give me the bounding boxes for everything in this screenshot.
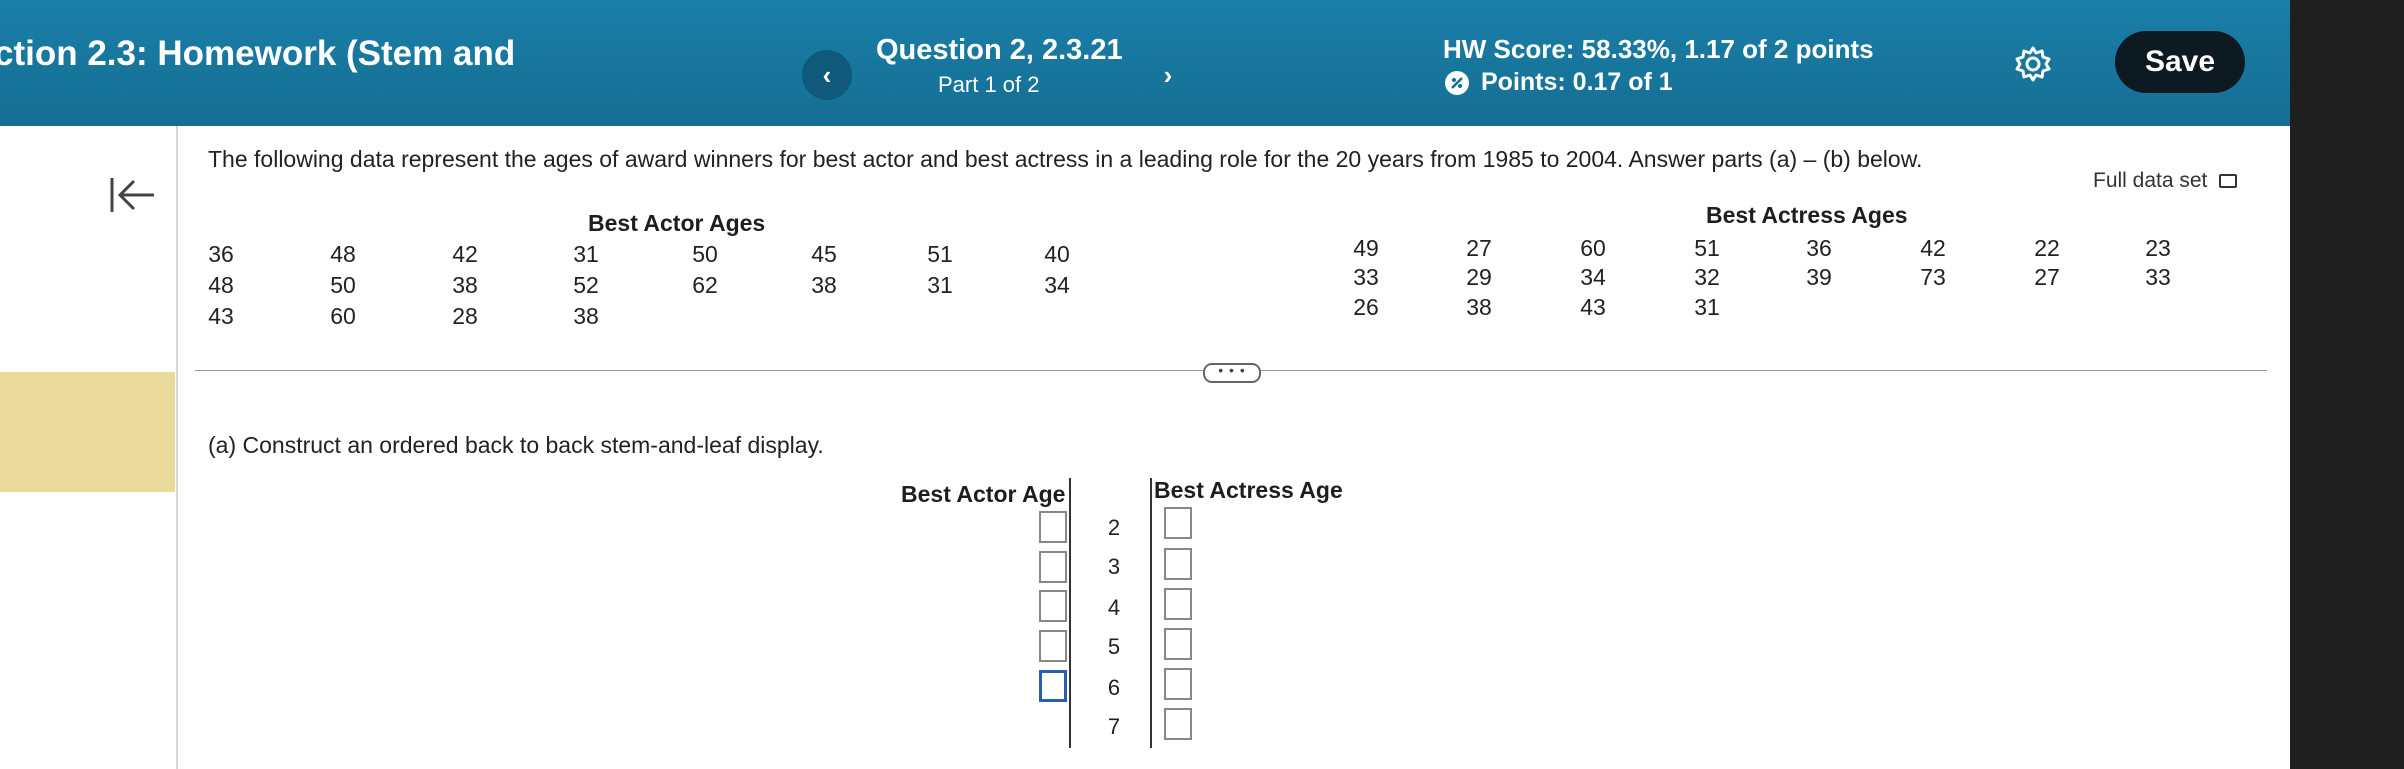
actor-cell: 52 [573,272,599,298]
stem-value: 2 [1107,515,1121,540]
actor-cell: 38 [452,272,478,298]
actress-leaf-input[interactable] [1164,628,1192,660]
actor-cell: 48 [208,272,234,298]
actress-cell: 27 [2034,264,2060,290]
actor-cell: 31 [927,272,953,298]
actress-cell: 33 [2145,264,2171,290]
actor-cell: 51 [927,241,953,267]
points-text: Points: 0.17 of 1 [1481,68,1673,96]
actress-cell: 60 [1580,235,1606,261]
actress-cell: 51 [1694,235,1720,261]
actress-cell: 23 [2145,235,2171,261]
actress-cell: 27 [1466,235,1492,261]
stem-value: 7 [1107,714,1121,739]
panel-divider [176,126,178,769]
right-divider-line [1150,478,1152,748]
hw-score: HW Score: 58.33%, 1.17 of 2 points [1443,34,1874,64]
chevron-left-icon: ‹ [822,59,832,90]
actress-cell: 26 [1353,294,1379,320]
stem-value: 6 [1107,675,1121,700]
actor-cell: 38 [811,272,837,298]
actor-cell: 36 [208,241,234,267]
actress-cell: 32 [1694,264,1720,290]
stem-value: 5 [1107,634,1121,659]
part-a-instruction: (a) Construct an ordered back to back st… [208,432,824,458]
header-bar: ction 2.3: Homework (Stem and ‹ Question… [0,0,2290,126]
actress-age-header: Best Actress Age [1154,477,1343,503]
actress-leaf-input[interactable] [1164,507,1192,539]
actor-leaf-input[interactable] [1039,590,1067,622]
full-data-set-label: Full data set [2093,169,2208,192]
actress-leaf-input[interactable] [1164,548,1192,580]
progress-highlight [0,372,175,492]
actor-cell: 50 [330,272,356,298]
actress-cell: 36 [1806,235,1832,261]
points-display: Points: 0.17 of 1 [1445,68,1673,97]
expand-more-button[interactable]: • • • [1203,363,1261,383]
actor-cell: 34 [1044,272,1070,298]
actor-cell: 40 [1044,241,1070,267]
settings-gear-icon[interactable] [2013,44,2053,84]
actress-cell: 42 [1920,235,1946,261]
collapse-panel-icon[interactable] [104,172,160,218]
question-text: The following data represent the ages of… [208,146,1923,172]
actor-cell: 31 [573,241,599,267]
actor-cell: 60 [330,303,356,329]
actor-cell: 42 [452,241,478,267]
data-table-icon [2219,174,2238,188]
actor-cell: 28 [452,303,478,329]
actress-cell: 43 [1580,294,1606,320]
actress-cell: 22 [2034,235,2060,261]
left-divider-line [1069,478,1071,748]
full-data-set-link[interactable]: Full data set [2093,169,2238,193]
actress-leaf-input[interactable] [1164,708,1192,740]
previous-question-button[interactable]: ‹ [802,50,852,100]
actress-cell: 34 [1580,264,1606,290]
actress-leaf-input[interactable] [1164,588,1192,620]
actor-cell: 50 [692,241,718,267]
actress-cell: 39 [1806,264,1832,290]
actress-cell: 31 [1694,294,1720,320]
stem-value: 4 [1107,595,1121,620]
actor-table-title: Best Actor Ages [588,210,766,236]
actor-leaf-input[interactable] [1039,551,1067,583]
actor-cell: 43 [208,303,234,329]
actress-cell: 49 [1353,235,1379,261]
partial-credit-icon [1445,70,1469,95]
actor-age-header: Best Actor Age [901,481,1066,507]
save-button[interactable]: Save [2115,31,2245,93]
chevron-right-icon: › [1163,59,1173,90]
actress-leaf-input[interactable] [1164,668,1192,700]
actor-leaf-input[interactable] [1039,511,1067,543]
question-part: Part 1 of 2 [938,72,1040,97]
section-title: ction 2.3: Homework (Stem and [0,34,516,73]
actor-cell: 38 [573,303,599,329]
question-title: Question 2, 2.3.21 [876,34,1123,66]
stem-value: 3 [1107,554,1121,579]
actress-cell: 38 [1466,294,1492,320]
actor-cell: 48 [330,241,356,267]
next-question-button[interactable]: › [1143,50,1193,100]
actress-cell: 29 [1466,264,1492,290]
actor-leaf-input[interactable] [1039,630,1067,662]
actress-table-title: Best Actress Ages [1706,202,1908,228]
actor-cell: 62 [692,272,718,298]
screen: ction 2.3: Homework (Stem and ‹ Question… [0,0,2290,769]
actor-cell: 45 [811,241,837,267]
actress-cell: 73 [1920,264,1946,290]
actress-cell: 33 [1353,264,1379,290]
actor-leaf-input-active[interactable] [1039,670,1067,702]
